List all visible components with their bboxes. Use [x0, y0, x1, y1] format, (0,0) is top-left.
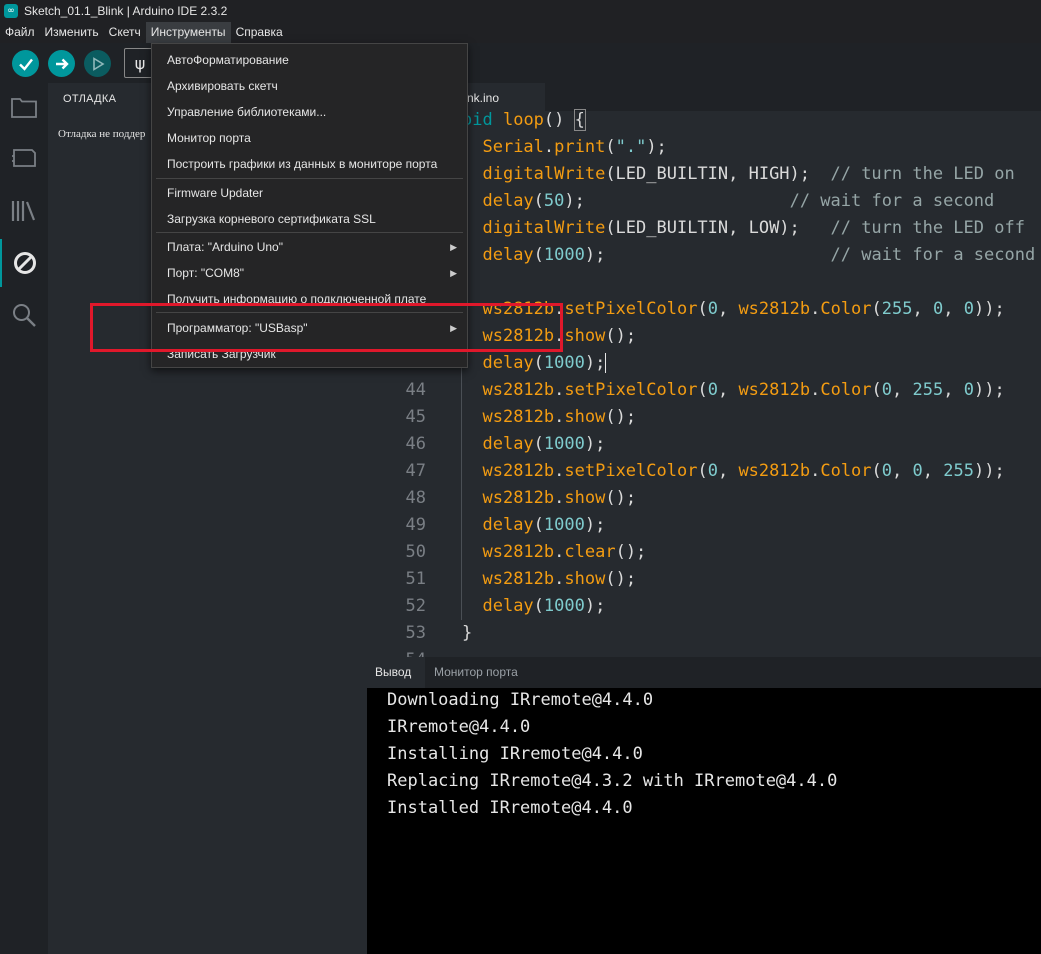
- line-number: 45: [405, 407, 426, 427]
- menu-item-serial-plotter[interactable]: Построить графики из данных в мониторе п…: [152, 151, 467, 177]
- menu-help[interactable]: Справка: [231, 22, 288, 43]
- arduino-ide-window: ∞ Sketch_01.1_Blink | Arduino IDE 2.3.2 …: [0, 0, 1041, 954]
- line-number: 48: [405, 488, 426, 508]
- line-number: 47: [405, 461, 426, 481]
- activity-bar: [0, 83, 48, 954]
- output-panel-header: Вывод Монитор порта: [367, 657, 1041, 688]
- menu-item-upload-ssl-certificate[interactable]: Загрузка корневого сертификата SSL: [152, 206, 467, 232]
- line-number: 49: [405, 515, 426, 535]
- menu-item-manage-libraries[interactable]: Управление библиотеками...: [152, 99, 467, 125]
- board-icon: [12, 149, 36, 167]
- line-number: 46: [405, 434, 426, 454]
- code-line: ws2812b.clear();: [482, 542, 647, 562]
- output-console[interactable]: Downloading IRremote@4.4.0 IRremote@4.4.…: [367, 688, 1041, 954]
- code-line: digitalWrite(LED_BUILTIN, LOW); // turn …: [482, 218, 1025, 238]
- sketchbook-button[interactable]: [0, 83, 48, 131]
- verify-button[interactable]: [12, 50, 39, 77]
- arduino-logo-icon: ∞: [4, 4, 18, 18]
- code-line: ws2812b.setPixelColor(0, ws2812b.Color(0…: [482, 380, 1005, 400]
- code-line: delay(1000);: [482, 353, 607, 373]
- output-line: Replacing IRremote@4.3.2 with IRremote@4…: [387, 771, 838, 791]
- code-line: delay(50); // wait for a second: [482, 191, 995, 211]
- menu-sketch[interactable]: Скетч: [104, 22, 146, 43]
- code-line: oid loop() {: [462, 109, 586, 131]
- debug-button[interactable]: [84, 50, 111, 77]
- tab-output[interactable]: Вывод: [367, 657, 425, 688]
- board-label: Плата: "Arduino Uno": [167, 240, 283, 254]
- title-bar: ∞ Sketch_01.1_Blink | Arduino IDE 2.3.2: [0, 0, 1041, 22]
- search-button[interactable]: [0, 291, 48, 339]
- output-line: Installing IRremote@4.4.0: [387, 744, 643, 764]
- window-title: Sketch_01.1_Blink | Arduino IDE 2.3.2: [24, 4, 228, 18]
- menu-separator: [156, 232, 463, 233]
- code-line: ws2812b.show();: [482, 569, 637, 589]
- usb-icon: ψ: [134, 53, 146, 73]
- line-number: 53: [405, 623, 426, 643]
- debug-play-icon: [92, 56, 105, 71]
- submenu-arrow-icon: ▶: [450, 268, 457, 278]
- menu-item-serial-monitor[interactable]: Монитор порта: [152, 125, 467, 151]
- library-manager-button[interactable]: [0, 187, 48, 235]
- output-line: Downloading IRremote@4.4.0: [387, 690, 654, 710]
- code-line: }: [462, 623, 473, 643]
- menu-tools[interactable]: Инструменты: [145, 22, 231, 43]
- debug-panel-button[interactable]: [0, 239, 48, 287]
- code-line: delay(1000);: [482, 515, 606, 535]
- port-label: Порт: "COM8": [167, 266, 245, 280]
- code-line: Serial.print(".");: [482, 137, 667, 157]
- boards-manager-button[interactable]: [0, 134, 48, 182]
- line-number: 52: [405, 596, 426, 616]
- code-line: delay(1000);: [482, 596, 606, 616]
- line-number: 54: [367, 650, 426, 657]
- arrow-right-icon: [55, 58, 69, 69]
- annotation-highlight-box: [90, 303, 563, 352]
- code-line: digitalWrite(LED_BUILTIN, HIGH); // turn…: [482, 164, 1015, 184]
- code-line: ws2812b.show();: [482, 488, 637, 508]
- debug-not-supported-message: Отладка не поддер: [58, 128, 146, 140]
- menu-bar: Файл Изменить Скетч Инструменты Справка: [0, 22, 1041, 43]
- menu-file[interactable]: Файл: [0, 22, 40, 43]
- checkmark-icon: [18, 58, 33, 71]
- menu-separator: [156, 178, 463, 179]
- tab-serial-monitor[interactable]: Монитор порта: [434, 657, 518, 688]
- menu-item-port[interactable]: Порт: "COM8" ▶: [152, 260, 467, 286]
- debug-no-icon: [14, 252, 36, 274]
- panel-title: ОТЛАДКА: [63, 93, 117, 105]
- menu-edit[interactable]: Изменить: [40, 22, 104, 43]
- menu-item-archive-sketch[interactable]: Архивировать скетч: [152, 73, 467, 99]
- menu-item-autoformat[interactable]: АвтоФорматирование: [152, 47, 467, 73]
- menu-item-board[interactable]: Плата: "Arduino Uno" ▶: [152, 234, 467, 260]
- code-editor[interactable]: nk.ino 44 45 46 47 48 49 50 51 52 53 54 oid loop()…: [367, 83, 1041, 657]
- editor-tab-strip: nk.ino: [367, 83, 1041, 111]
- upload-button[interactable]: [48, 50, 75, 77]
- output-line: IRremote@4.4.0: [387, 717, 531, 737]
- code-line: ws2812b.show();: [482, 407, 637, 427]
- line-number: 50: [405, 542, 426, 562]
- line-number: 44: [405, 380, 426, 400]
- menu-item-firmware-updater[interactable]: Firmware Updater: [152, 180, 467, 206]
- code-area[interactable]: oid loop() { Serial.print("."); digitalW…: [454, 109, 1041, 657]
- folder-icon: [11, 98, 37, 118]
- line-number: 51: [405, 569, 426, 589]
- code-line: delay(1000); // wait for a second: [482, 245, 1036, 265]
- search-icon: [13, 304, 36, 327]
- submenu-arrow-icon: ▶: [450, 242, 457, 252]
- code-line: delay(1000);: [482, 434, 606, 454]
- library-icon: [11, 201, 36, 221]
- code-line: ws2812b.setPixelColor(0, ws2812b.Color(0…: [482, 461, 1005, 481]
- output-line: Installed IRremote@4.4.0: [387, 798, 633, 818]
